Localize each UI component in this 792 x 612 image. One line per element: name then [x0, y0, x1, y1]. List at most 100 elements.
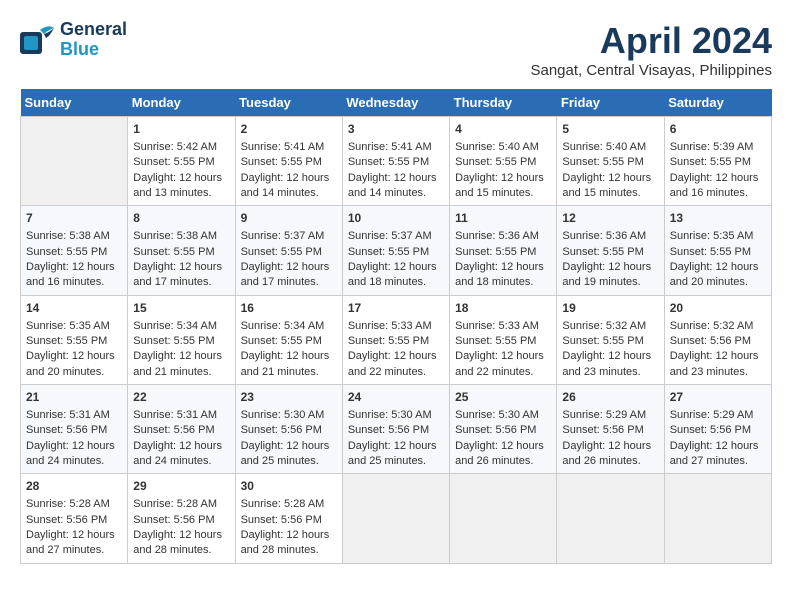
day-info: Sunrise: 5:28 AMSunset: 5:56 PMDaylight:… — [26, 498, 115, 556]
day-number: 29 — [133, 478, 229, 495]
calendar-cell: 7 Sunrise: 5:38 AMSunset: 5:55 PMDaylight… — [21, 206, 128, 295]
calendar-cell: 9 Sunrise: 5:37 AMSunset: 5:55 PMDaylight… — [235, 206, 342, 295]
day-number: 5 — [562, 121, 658, 138]
calendar-cell: 13 Sunrise: 5:35 AMSunset: 5:55 PMDayligh… — [664, 206, 771, 295]
day-number: 14 — [26, 300, 122, 317]
day-info: Sunrise: 5:34 AMSunset: 5:55 PMDaylight:… — [241, 320, 330, 378]
page-header: General Blue April 2024 Sangat, Central … — [20, 20, 772, 79]
calendar-cell: 8 Sunrise: 5:38 AMSunset: 5:55 PMDaylight… — [128, 206, 235, 295]
day-number: 3 — [348, 121, 444, 138]
calendar-cell: 24 Sunrise: 5:30 AMSunset: 5:56 PMDayligh… — [342, 385, 449, 474]
day-info: Sunrise: 5:31 AMSunset: 5:56 PMDaylight:… — [133, 409, 222, 467]
day-info: Sunrise: 5:33 AMSunset: 5:55 PMDaylight:… — [348, 320, 437, 378]
day-number: 2 — [241, 121, 337, 138]
week-row-2: 7 Sunrise: 5:38 AMSunset: 5:55 PMDaylight… — [21, 206, 772, 295]
day-info: Sunrise: 5:41 AMSunset: 5:55 PMDaylight:… — [348, 141, 437, 199]
day-number: 1 — [133, 121, 229, 138]
day-number: 13 — [670, 210, 766, 227]
calendar-cell — [450, 474, 557, 563]
day-number: 27 — [670, 389, 766, 406]
col-header-sunday: Sunday — [21, 89, 128, 117]
day-number: 21 — [26, 389, 122, 406]
day-info: Sunrise: 5:35 AMSunset: 5:55 PMDaylight:… — [670, 230, 759, 288]
title-block: April 2024 Sangat, Central Visayas, Phil… — [530, 20, 772, 79]
calendar-cell: 12 Sunrise: 5:36 AMSunset: 5:55 PMDayligh… — [557, 206, 664, 295]
day-number: 18 — [455, 300, 551, 317]
day-number: 7 — [26, 210, 122, 227]
day-number: 30 — [241, 478, 337, 495]
calendar-cell: 16 Sunrise: 5:34 AMSunset: 5:55 PMDayligh… — [235, 295, 342, 384]
calendar-cell — [557, 474, 664, 563]
calendar-cell: 15 Sunrise: 5:34 AMSunset: 5:55 PMDayligh… — [128, 295, 235, 384]
day-info: Sunrise: 5:40 AMSunset: 5:55 PMDaylight:… — [455, 141, 544, 199]
calendar-cell: 5 Sunrise: 5:40 AMSunset: 5:55 PMDaylight… — [557, 117, 664, 206]
calendar-cell: 20 Sunrise: 5:32 AMSunset: 5:56 PMDayligh… — [664, 295, 771, 384]
day-number: 17 — [348, 300, 444, 317]
day-number: 9 — [241, 210, 337, 227]
day-info: Sunrise: 5:28 AMSunset: 5:56 PMDaylight:… — [241, 498, 330, 556]
calendar-cell: 3 Sunrise: 5:41 AMSunset: 5:55 PMDaylight… — [342, 117, 449, 206]
day-info: Sunrise: 5:37 AMSunset: 5:55 PMDaylight:… — [348, 230, 437, 288]
day-number: 28 — [26, 478, 122, 495]
calendar-cell: 21 Sunrise: 5:31 AMSunset: 5:56 PMDayligh… — [21, 385, 128, 474]
logo-general: General — [60, 20, 127, 40]
day-info: Sunrise: 5:37 AMSunset: 5:55 PMDaylight:… — [241, 230, 330, 288]
day-info: Sunrise: 5:30 AMSunset: 5:56 PMDaylight:… — [455, 409, 544, 467]
day-number: 10 — [348, 210, 444, 227]
day-info: Sunrise: 5:41 AMSunset: 5:55 PMDaylight:… — [241, 141, 330, 199]
calendar-cell: 28 Sunrise: 5:28 AMSunset: 5:56 PMDayligh… — [21, 474, 128, 563]
day-number: 4 — [455, 121, 551, 138]
logo: General Blue — [20, 20, 127, 60]
col-header-thursday: Thursday — [450, 89, 557, 117]
calendar-cell — [342, 474, 449, 563]
calendar-cell: 27 Sunrise: 5:29 AMSunset: 5:56 PMDayligh… — [664, 385, 771, 474]
calendar-cell: 19 Sunrise: 5:32 AMSunset: 5:55 PMDayligh… — [557, 295, 664, 384]
day-info: Sunrise: 5:31 AMSunset: 5:56 PMDaylight:… — [26, 409, 115, 467]
calendar-cell: 17 Sunrise: 5:33 AMSunset: 5:55 PMDayligh… — [342, 295, 449, 384]
calendar-cell: 2 Sunrise: 5:41 AMSunset: 5:55 PMDaylight… — [235, 117, 342, 206]
day-info: Sunrise: 5:36 AMSunset: 5:55 PMDaylight:… — [562, 230, 651, 288]
day-number: 22 — [133, 389, 229, 406]
calendar-cell: 29 Sunrise: 5:28 AMSunset: 5:56 PMDayligh… — [128, 474, 235, 563]
day-number: 26 — [562, 389, 658, 406]
day-info: Sunrise: 5:29 AMSunset: 5:56 PMDaylight:… — [670, 409, 759, 467]
col-header-wednesday: Wednesday — [342, 89, 449, 117]
day-info: Sunrise: 5:40 AMSunset: 5:55 PMDaylight:… — [562, 141, 651, 199]
day-info: Sunrise: 5:39 AMSunset: 5:55 PMDaylight:… — [670, 141, 759, 199]
calendar-cell: 23Sunrise: 5:30 AMSunset: 5:56 PMDayligh… — [235, 385, 342, 474]
day-number: 8 — [133, 210, 229, 227]
col-header-monday: Monday — [128, 89, 235, 117]
day-info: Sunrise: 5:38 AMSunset: 5:55 PMDaylight:… — [133, 230, 222, 288]
week-row-3: 14Sunrise: 5:35 AMSunset: 5:55 PMDayligh… — [21, 295, 772, 384]
day-number: 19 — [562, 300, 658, 317]
day-number: 24 — [348, 389, 444, 406]
day-number: 20 — [670, 300, 766, 317]
calendar-cell: 22 Sunrise: 5:31 AMSunset: 5:56 PMDayligh… — [128, 385, 235, 474]
calendar-table: SundayMondayTuesdayWednesdayThursdayFrid… — [20, 89, 772, 564]
calendar-cell: 6Sunrise: 5:39 AMSunset: 5:55 PMDaylight… — [664, 117, 771, 206]
day-info: Sunrise: 5:32 AMSunset: 5:56 PMDaylight:… — [670, 320, 759, 378]
month-title: April 2024 — [530, 20, 772, 62]
day-number: 15 — [133, 300, 229, 317]
day-number: 16 — [241, 300, 337, 317]
calendar-cell: 1Sunrise: 5:42 AMSunset: 5:55 PMDaylight… — [128, 117, 235, 206]
calendar-cell: 25 Sunrise: 5:30 AMSunset: 5:56 PMDayligh… — [450, 385, 557, 474]
day-info: Sunrise: 5:28 AMSunset: 5:56 PMDaylight:… — [133, 498, 222, 556]
week-row-1: 1Sunrise: 5:42 AMSunset: 5:55 PMDaylight… — [21, 117, 772, 206]
day-info: Sunrise: 5:36 AMSunset: 5:55 PMDaylight:… — [455, 230, 544, 288]
calendar-cell: 30 Sunrise: 5:28 AMSunset: 5:56 PMDayligh… — [235, 474, 342, 563]
day-number: 25 — [455, 389, 551, 406]
day-number: 12 — [562, 210, 658, 227]
day-info: Sunrise: 5:30 AMSunset: 5:56 PMDaylight:… — [348, 409, 437, 467]
calendar-header-row: SundayMondayTuesdayWednesdayThursdayFrid… — [21, 89, 772, 117]
week-row-4: 21 Sunrise: 5:31 AMSunset: 5:56 PMDayligh… — [21, 385, 772, 474]
calendar-cell: 4 Sunrise: 5:40 AMSunset: 5:55 PMDaylight… — [450, 117, 557, 206]
day-info: Sunrise: 5:38 AMSunset: 5:55 PMDaylight:… — [26, 230, 115, 288]
day-info: Sunrise: 5:34 AMSunset: 5:55 PMDaylight:… — [133, 320, 222, 378]
day-info: Sunrise: 5:29 AMSunset: 5:56 PMDaylight:… — [562, 409, 651, 467]
day-info: Sunrise: 5:33 AMSunset: 5:55 PMDaylight:… — [455, 320, 544, 378]
col-header-friday: Friday — [557, 89, 664, 117]
col-header-tuesday: Tuesday — [235, 89, 342, 117]
day-number: 23 — [241, 389, 337, 406]
day-info: Sunrise: 5:32 AMSunset: 5:55 PMDaylight:… — [562, 320, 651, 378]
